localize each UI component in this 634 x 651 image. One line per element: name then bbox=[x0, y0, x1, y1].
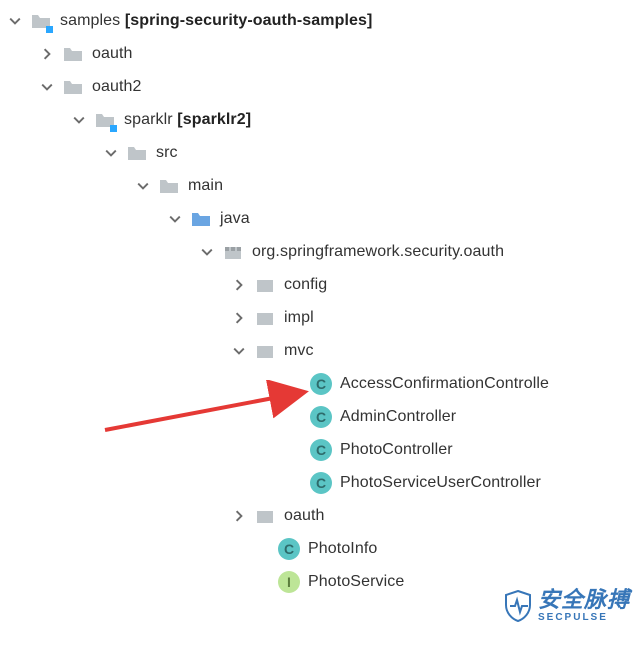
tree-label: PhotoController bbox=[340, 441, 453, 459]
module-folder-icon bbox=[94, 109, 116, 131]
tree-row-class-psu[interactable]: C PhotoServiceUserController bbox=[6, 466, 634, 499]
chevron-down-icon[interactable] bbox=[102, 144, 120, 162]
watermark-secpulse: 安全脉搏 SECPULSE bbox=[504, 589, 630, 623]
tree-row-photoinfo[interactable]: C PhotoInfo bbox=[6, 532, 634, 565]
package-icon bbox=[254, 307, 276, 329]
folder-icon bbox=[126, 142, 148, 164]
tree-label: AdminController bbox=[340, 408, 456, 426]
tree-label: oauth bbox=[92, 45, 133, 63]
chevron-down-icon[interactable] bbox=[166, 210, 184, 228]
package-icon bbox=[254, 505, 276, 527]
tree-label: org.springframework.security.oauth bbox=[252, 243, 504, 261]
tree-row-class-admin[interactable]: C AdminController bbox=[6, 400, 634, 433]
chevron-down-icon[interactable] bbox=[230, 342, 248, 360]
chevron-down-icon[interactable] bbox=[6, 12, 24, 30]
tree-row-sparklr[interactable]: sparklr [sparklr2] bbox=[6, 103, 634, 136]
project-tree: samples [spring-security-oauth-samples] … bbox=[0, 0, 634, 598]
tree-label: main bbox=[188, 177, 223, 195]
source-folder-icon bbox=[190, 208, 212, 230]
interface-icon: I bbox=[278, 571, 300, 593]
folder-icon bbox=[62, 43, 84, 65]
tree-label: mvc bbox=[284, 342, 314, 360]
tree-row-java[interactable]: java bbox=[6, 202, 634, 235]
class-icon: C bbox=[310, 472, 332, 494]
chevron-down-icon[interactable] bbox=[134, 177, 152, 195]
package-icon bbox=[254, 274, 276, 296]
tree-label: PhotoService bbox=[308, 573, 404, 591]
class-icon: C bbox=[310, 406, 332, 428]
chevron-down-icon[interactable] bbox=[38, 78, 56, 96]
class-icon: C bbox=[278, 538, 300, 560]
tree-row-package[interactable]: org.springframework.security.oauth bbox=[6, 235, 634, 268]
tree-label: PhotoServiceUserController bbox=[340, 474, 541, 492]
tree-label: sparklr [sparklr2] bbox=[124, 111, 251, 129]
tree-row-oauth2[interactable]: oauth2 bbox=[6, 70, 634, 103]
chevron-down-icon[interactable] bbox=[198, 243, 216, 261]
chevron-down-icon[interactable] bbox=[70, 111, 88, 129]
tree-label: impl bbox=[284, 309, 314, 327]
chevron-right-icon[interactable] bbox=[230, 507, 248, 525]
tree-label: config bbox=[284, 276, 327, 294]
chevron-right-icon[interactable] bbox=[230, 276, 248, 294]
tree-row-samples[interactable]: samples [spring-security-oauth-samples] bbox=[6, 4, 634, 37]
tree-row-impl[interactable]: impl bbox=[6, 301, 634, 334]
chevron-right-icon[interactable] bbox=[38, 45, 56, 63]
folder-icon bbox=[62, 76, 84, 98]
tree-label: AccessConfirmationControlle bbox=[340, 375, 549, 393]
tree-row-oauth[interactable]: oauth bbox=[6, 37, 634, 70]
watermark-cn: 安全脉搏 bbox=[538, 589, 630, 611]
tree-row-class-access[interactable]: C AccessConfirmationControlle bbox=[6, 367, 634, 400]
tree-label: src bbox=[156, 144, 178, 162]
class-icon: C bbox=[310, 373, 332, 395]
package-icon bbox=[222, 241, 244, 263]
tree-row-oauth-pkg[interactable]: oauth bbox=[6, 499, 634, 532]
tree-row-mvc[interactable]: mvc bbox=[6, 334, 634, 367]
tree-row-src[interactable]: src bbox=[6, 136, 634, 169]
module-folder-icon bbox=[30, 10, 52, 32]
chevron-right-icon[interactable] bbox=[230, 309, 248, 327]
tree-label: PhotoInfo bbox=[308, 540, 377, 558]
tree-row-config[interactable]: config bbox=[6, 268, 634, 301]
folder-icon bbox=[158, 175, 180, 197]
tree-label: oauth bbox=[284, 507, 325, 525]
tree-label: oauth2 bbox=[92, 78, 142, 96]
tree-label: java bbox=[220, 210, 250, 228]
watermark-en: SECPULSE bbox=[538, 613, 630, 623]
tree-label: samples [spring-security-oauth-samples] bbox=[60, 12, 372, 30]
package-icon bbox=[254, 340, 276, 362]
class-icon: C bbox=[310, 439, 332, 461]
tree-row-class-photo[interactable]: C PhotoController bbox=[6, 433, 634, 466]
tree-row-main[interactable]: main bbox=[6, 169, 634, 202]
shield-icon bbox=[504, 590, 532, 622]
